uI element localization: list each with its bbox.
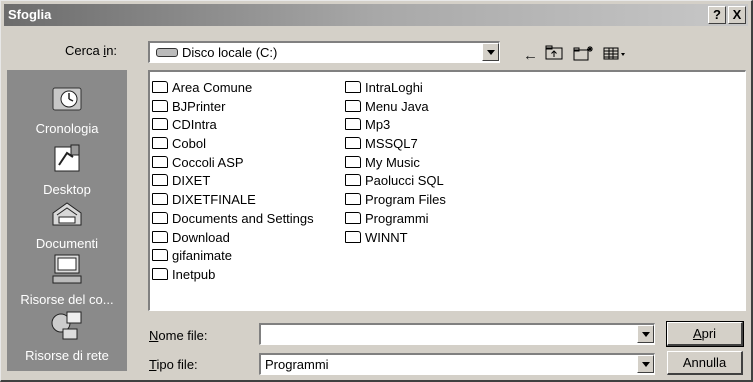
folder-icon [152,174,168,187]
folder-item[interactable]: gifanimate [152,248,314,267]
folder-icon [152,118,168,131]
file-list-column-2: IntraLoghi Menu Java Mp3 MSSQL7 My Music… [345,80,446,248]
hard-drive-icon [156,48,178,58]
filename-combobox[interactable] [259,323,655,345]
open-button[interactable]: Apri [666,321,744,347]
folder-item[interactable]: Cobol [152,136,314,155]
filetype-value: Programmi [265,357,329,372]
dialog-title: Sfoglia [8,7,52,22]
view-menu-icon[interactable] [603,47,627,65]
filetype-label: Tipo file: [149,357,198,372]
look-in-value: Disco locale (C:) [182,45,278,60]
folder-icon [345,193,361,206]
folder-icon [152,155,168,168]
folder-item[interactable]: Menu Java [345,99,446,118]
place-my-computer[interactable]: Risorse del co... [7,253,127,307]
folder-icon [345,211,361,224]
folder-item[interactable]: Inetpub [152,267,314,286]
folder-icon [152,211,168,224]
shared-folder-icon [152,99,168,112]
folder-item[interactable]: Documents and Settings [152,211,314,230]
place-desktop[interactable]: Desktop [7,143,127,197]
folder-item[interactable]: DIXET [152,173,314,192]
folder-icon [345,137,361,150]
look-in-dropdown-arrow[interactable] [482,43,499,61]
folder-item[interactable]: MSSQL7 [345,136,446,155]
title-bar[interactable]: Sfoglia ? X [4,4,748,26]
shared-folder-icon [152,81,168,93]
filetype-combobox[interactable]: Programmi [259,353,655,375]
place-documents[interactable]: Documenti [7,197,127,251]
folder-icon [152,137,168,150]
folder-item[interactable]: BJPrinter [152,99,314,118]
help-button[interactable]: ? [708,6,726,24]
file-list-column-1: Area Comune BJPrinter CDIntra Cobol Cocc… [152,80,314,286]
folder-icon [345,118,361,131]
documents-icon [7,197,127,234]
folder-icon [345,230,361,243]
filename-dropdown-arrow[interactable] [637,325,654,343]
network-icon [7,309,127,346]
folder-item[interactable]: Paolucci SQL [345,173,446,192]
folder-icon [152,193,168,206]
folder-item[interactable]: Programmi [345,211,446,230]
my-computer-icon [7,253,127,290]
history-icon [7,82,127,119]
shared-folder-icon [152,267,168,280]
folder-icon [345,99,361,112]
folder-item[interactable]: Program Files [345,192,446,211]
folder-item[interactable]: DIXETFINALE [152,192,314,211]
folder-icon [345,155,361,168]
new-folder-icon[interactable] [573,45,595,66]
file-list[interactable]: Area Comune BJPrinter CDIntra Cobol Cocc… [148,70,746,311]
place-network[interactable]: Risorse di rete [7,309,127,363]
browse-dialog: Sfoglia ? X Cerca in: Disco locale (C:) … [0,0,753,382]
shared-folder-icon [152,249,168,262]
look-in-combobox[interactable]: Disco locale (C:) [148,41,500,63]
cancel-button[interactable]: Annulla [667,351,743,375]
up-folder-icon[interactable] [545,45,565,65]
filetype-dropdown-arrow[interactable] [637,355,654,373]
folder-item[interactable]: Area Comune [152,80,314,99]
folder-icon [152,230,168,243]
places-bar: Cronologia Desktop Documenti Risorse del… [7,70,127,371]
close-button[interactable]: X [728,6,746,24]
folder-item[interactable]: Download [152,230,314,249]
folder-item[interactable]: My Music [345,155,446,174]
filename-label: Nome file: [149,328,208,343]
back-arrow-icon[interactable]: ← [523,47,538,64]
look-in-label: Cerca in: [65,43,118,58]
folder-icon [345,174,361,187]
folder-item[interactable]: Mp3 [345,117,446,136]
place-history[interactable]: Cronologia [7,82,127,136]
folder-item[interactable]: CDIntra [152,117,314,136]
desktop-icon [7,143,127,180]
folder-item[interactable]: WINNT [345,230,446,249]
folder-item[interactable]: IntraLoghi [345,80,446,99]
folder-icon [345,81,361,93]
folder-item[interactable]: Coccoli ASP [152,155,314,174]
